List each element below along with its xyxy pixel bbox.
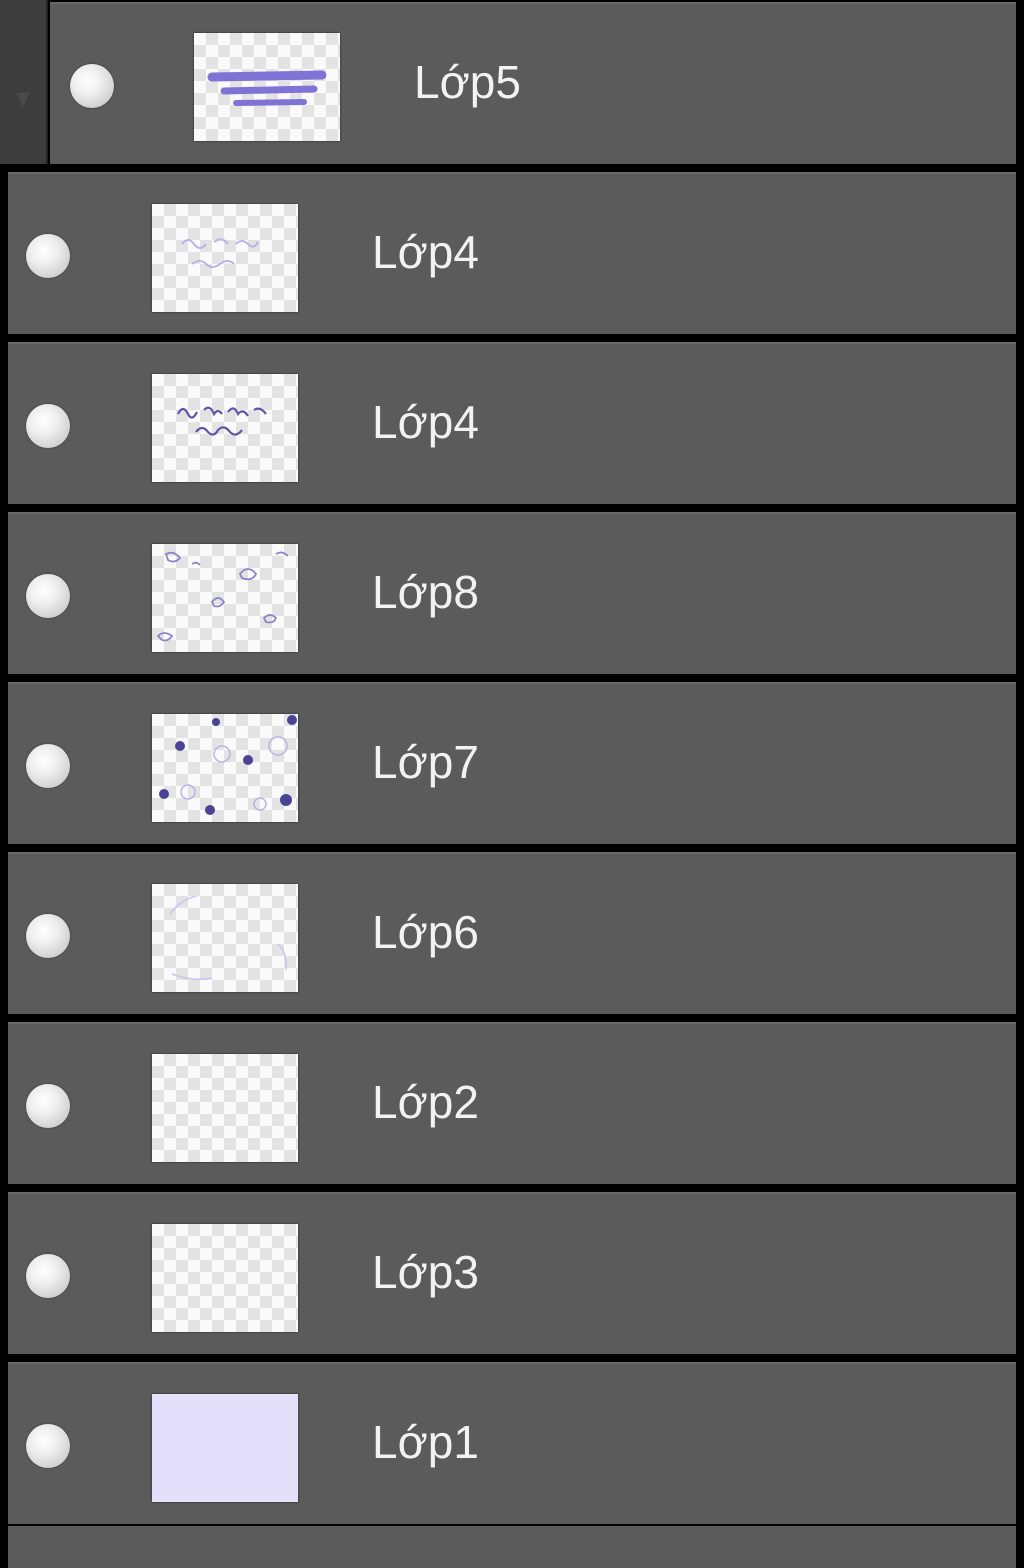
faint-text-thumb-icon [152, 204, 298, 312]
visibility-toggle-icon[interactable] [26, 914, 70, 958]
visibility-toggle-icon[interactable] [26, 1084, 70, 1128]
layer-row-lop6[interactable]: Lớp6 [8, 852, 1016, 1014]
empty-thumb-icon [152, 1054, 298, 1162]
visibility-toggle-icon[interactable] [70, 64, 114, 108]
layer-name: Lớp4 [372, 396, 479, 448]
empty-thumb-icon [152, 1224, 298, 1332]
visibility-toggle-icon[interactable] [26, 234, 70, 278]
layer-name: Lớp1 [372, 1416, 479, 1468]
layer-name: Lớp6 [372, 906, 479, 958]
text-thumb-icon [152, 374, 298, 482]
doodle-thumb-icon [152, 544, 298, 652]
visibility-toggle-icon[interactable] [26, 404, 70, 448]
layer-row-lop4-a[interactable]: Lớp4 [8, 172, 1016, 334]
fill-thumb-icon [152, 1394, 298, 1502]
faint-lines-thumb-icon [152, 884, 298, 992]
layer-row-lop4-b[interactable]: Lớp4 [8, 342, 1016, 504]
layer-name: Lớp2 [372, 1076, 479, 1128]
dots-thumb-icon [152, 714, 298, 822]
layer-name: Lớp5 [414, 56, 521, 108]
collapse-arrow-icon[interactable]: ▾ [11, 84, 35, 112]
layer-row-lop2[interactable]: Lớp2 [8, 1022, 1016, 1184]
layer-name: Lớp7 [372, 736, 479, 788]
panel-bottom-bar [8, 1526, 1016, 1568]
layers-panel: ▾ Lớp5 Lớp4 Lớp4 Lớp8 Lớp7 Lớp6 Lớp2 Lớp… [0, 0, 1024, 1568]
stroke-thumb-icon [194, 33, 340, 141]
visibility-toggle-icon[interactable] [26, 1254, 70, 1298]
layer-name: Lớp4 [372, 226, 479, 278]
layer-row-lop7[interactable]: Lớp7 [8, 682, 1016, 844]
layer-row-lop5[interactable]: Lớp5 [50, 2, 1016, 164]
layer-row-lop3[interactable]: Lớp3 [8, 1192, 1016, 1354]
layer-row-lop8[interactable]: Lớp8 [8, 512, 1016, 674]
visibility-toggle-icon[interactable] [26, 1424, 70, 1468]
layer-name: Lớp3 [372, 1246, 479, 1298]
layer-name: Lớp8 [372, 566, 479, 618]
layer-row-lop1[interactable]: Lớp1 [8, 1362, 1016, 1524]
visibility-toggle-icon[interactable] [26, 574, 70, 618]
visibility-toggle-icon[interactable] [26, 744, 70, 788]
group-folder-strip[interactable]: ▾ [0, 0, 48, 164]
